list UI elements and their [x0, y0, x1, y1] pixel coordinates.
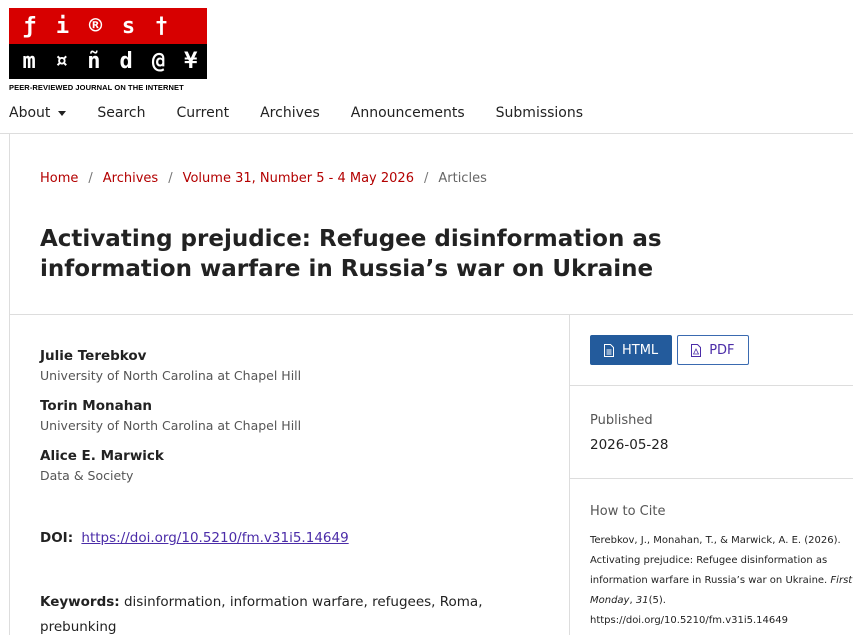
article-title: Activating prejudice: Refugee disinforma…: [40, 226, 662, 282]
logo-glyph: @: [151, 49, 166, 74]
logo-glyph: s: [121, 13, 136, 39]
nav-current[interactable]: Current: [177, 105, 230, 121]
breadcrumb-current: Articles: [438, 171, 487, 186]
logo-glyph: m: [22, 49, 36, 74]
breadcrumb-home[interactable]: Home: [40, 171, 78, 186]
logo-tagline: PEER-REVIEWED JOURNAL ON THE INTERNET: [9, 83, 184, 92]
logo-top-row: ƒ i ® s †: [9, 8, 207, 44]
breadcrumb-separator: /: [423, 171, 429, 186]
how-to-cite-label: How to Cite: [590, 504, 666, 519]
sidebar-divider: [570, 478, 853, 479]
breadcrumb-separator: /: [88, 171, 93, 186]
author-name: Torin Monahan: [40, 398, 153, 414]
logo-bottom-row: m ¤ ñ d @ ¥: [9, 44, 207, 79]
doi-link[interactable]: https://doi.org/10.5210/fm.v31i5.14649: [81, 530, 348, 546]
article-page: Home / Archives / Volume 31, Number 5 - …: [9, 134, 853, 635]
published-label: Published: [590, 413, 653, 428]
citation-body: Terebkov, J., Monahan, T., & Marwick, A.…: [590, 535, 841, 586]
logo-glyph: ƒ: [22, 13, 37, 39]
html-galley-button[interactable]: HTML: [590, 335, 673, 365]
pdf-button-label: PDF: [709, 342, 735, 358]
journal-logo[interactable]: ƒ i ® s † m ¤ ñ d @ ¥ PEER-REVIEWED JOUR…: [9, 8, 207, 92]
author-entry: Alice E. Marwick Data & Society: [40, 448, 164, 483]
author-entry: Torin Monahan University of North Caroli…: [40, 398, 301, 433]
nav-about[interactable]: About: [9, 105, 67, 121]
nav-search[interactable]: Search: [97, 105, 145, 121]
caret-down-icon: [58, 110, 67, 116]
author-affiliation: Data & Society: [40, 468, 134, 483]
published-date: 2026-05-28: [590, 437, 669, 453]
breadcrumb: Home / Archives / Volume 31, Number 5 - …: [40, 171, 487, 186]
logo-glyph: ñ: [87, 49, 101, 74]
author-name: Alice E. Marwick: [40, 448, 164, 464]
doi-section: DOI: https://doi.org/10.5210/fm.v31i5.14…: [40, 530, 349, 546]
logo-glyph: ®: [88, 13, 103, 39]
pdf-galley-button[interactable]: PDF: [677, 335, 749, 365]
doi-label: DOI:: [40, 530, 74, 546]
author-name: Julie Terebkov: [40, 348, 147, 364]
breadcrumb-separator: /: [168, 171, 173, 186]
citation-text: Terebkov, J., Monahan, T., & Marwick, A.…: [590, 531, 853, 631]
breadcrumb-issue[interactable]: Volume 31, Number 5 - 4 May 2026: [183, 171, 414, 186]
logo-glyph: d: [119, 49, 133, 74]
keywords-label: Keywords:: [40, 594, 120, 610]
html-button-label: HTML: [622, 342, 659, 358]
pdf-icon: [691, 343, 702, 357]
author-affiliation: University of North Carolina at Chapel H…: [40, 418, 302, 433]
galley-links: HTML PDF: [590, 335, 754, 365]
nav-submissions[interactable]: Submissions: [496, 105, 583, 121]
breadcrumb-archives[interactable]: Archives: [103, 171, 158, 186]
sidebar-divider: [570, 385, 853, 386]
nav-announcements[interactable]: Announcements: [351, 105, 465, 121]
author-affiliation: University of North Carolina at Chapel H…: [40, 368, 302, 383]
keywords-section: Keywords: disinformation, information wa…: [40, 590, 520, 635]
citation-volume: 31: [635, 595, 649, 606]
logo-glyph: i: [55, 13, 70, 39]
document-icon: [604, 343, 614, 357]
logo-glyph: ¤: [54, 49, 69, 74]
logo-glyph: †: [154, 13, 169, 39]
author-entry: Julie Terebkov University of North Carol…: [40, 348, 301, 383]
nav-archives[interactable]: Archives: [260, 105, 320, 121]
article-sidebar: HTML PDF Published 2026-05-28 How to Cit…: [569, 315, 853, 635]
main-nav: About Search Current Archives Announceme…: [9, 102, 614, 124]
article-main: Julie Terebkov University of North Carol…: [10, 315, 569, 635]
nav-about-label: About: [9, 105, 51, 121]
logo-glyph: ¥: [184, 49, 198, 74]
